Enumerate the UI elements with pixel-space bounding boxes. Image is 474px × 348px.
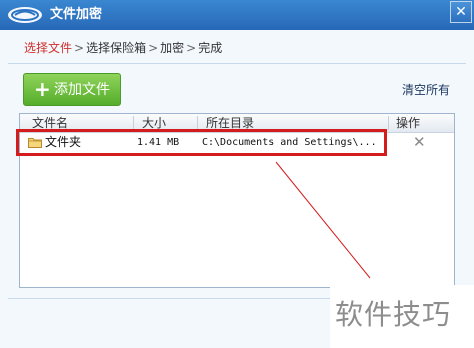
- breadcrumb-separator: >: [186, 41, 197, 55]
- step-finish: 完成: [198, 41, 223, 55]
- file-encrypt-dialog: 文件加密 ✕ 选择文件 > 选择保险箱 > 加密 > 完成 + 添加文件 清空所有 文件名 …: [0, 0, 474, 348]
- column-divider: [133, 116, 134, 130]
- file-directory: C:\Documents and Settings\...: [202, 137, 377, 148]
- breadcrumb: 选择文件 > 选择保险箱 > 加密 > 完成: [24, 40, 222, 56]
- file-name: 文件夹: [45, 135, 82, 149]
- window-title: 文件加密: [50, 7, 103, 22]
- watermark: 软件技巧: [335, 298, 452, 331]
- add-file-label: 添加文件: [54, 82, 110, 98]
- file-table: 文件名 大小 所在目录 操作 文件夹 1.41 MB C:\Documents …: [19, 113, 455, 288]
- column-header-size[interactable]: 大小: [142, 115, 166, 131]
- close-button[interactable]: ✕: [450, 1, 472, 23]
- file-size: 1.41 MB: [137, 137, 180, 148]
- app-logo-icon: [8, 7, 42, 23]
- column-divider: [197, 116, 198, 130]
- add-file-button[interactable]: + 添加文件: [23, 73, 121, 106]
- title-bar[interactable]: 文件加密 ✕: [0, 0, 474, 30]
- folder-icon: [28, 138, 42, 148]
- step-encrypt: 加密: [160, 41, 185, 55]
- column-header-directory[interactable]: 所在目录: [206, 115, 254, 131]
- breadcrumb-separator: >: [74, 41, 85, 55]
- clear-all-link[interactable]: 清空所有: [402, 82, 450, 98]
- step-select-file: 选择文件: [24, 41, 73, 55]
- step-select-safe: 选择保险箱: [86, 41, 147, 55]
- breadcrumb-separator: >: [148, 41, 159, 55]
- table-header: 文件名 大小 所在目录 操作: [20, 114, 454, 133]
- column-divider: [388, 116, 389, 130]
- delete-icon[interactable]: ✕: [413, 134, 426, 150]
- column-header-name[interactable]: 文件名: [32, 115, 68, 131]
- column-header-action[interactable]: 操作: [396, 115, 420, 131]
- table-row[interactable]: 文件夹 1.41 MB C:\Documents and Settings\..…: [21, 133, 453, 153]
- divider: [8, 63, 466, 64]
- plus-icon: +: [34, 77, 51, 101]
